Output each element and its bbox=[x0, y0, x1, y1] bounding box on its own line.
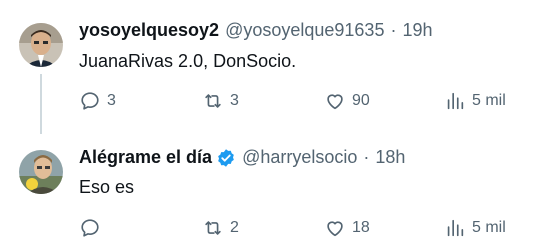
timestamp[interactable]: 19h bbox=[402, 20, 432, 41]
avatar[interactable] bbox=[19, 150, 63, 194]
retweet-count: 2 bbox=[230, 219, 239, 236]
action-bar: 3 3 90 5 mil bbox=[79, 90, 519, 114]
like-count: 90 bbox=[352, 92, 370, 109]
views-button[interactable]: 5 mil bbox=[444, 90, 506, 112]
retweet-button[interactable]: 3 bbox=[202, 90, 239, 112]
user-handle[interactable]: @yosoyelque91635 bbox=[225, 20, 384, 41]
views-icon bbox=[447, 219, 464, 237]
retweet-count: 3 bbox=[230, 92, 239, 109]
retweet-button[interactable]: 2 bbox=[202, 217, 239, 239]
reply-button[interactable] bbox=[79, 217, 107, 239]
tweet-text: Eso es bbox=[79, 177, 135, 197]
reply-icon bbox=[81, 92, 99, 110]
avatar[interactable] bbox=[19, 23, 63, 67]
like-icon bbox=[327, 221, 343, 237]
tweet-text: JuanaRivas 2.0, DonSocio. bbox=[79, 51, 297, 71]
separator-dot: · bbox=[390, 20, 397, 40]
like-count: 18 bbox=[352, 219, 370, 236]
views-icon bbox=[447, 92, 464, 110]
like-button[interactable]: 90 bbox=[324, 90, 370, 112]
user-handle[interactable]: @harryelsocio bbox=[242, 147, 357, 168]
views-count: 5 mil bbox=[472, 219, 506, 236]
reply-icon bbox=[81, 219, 99, 237]
retweet-icon bbox=[205, 94, 221, 108]
views-count: 5 mil bbox=[472, 92, 506, 109]
thread-connector-line bbox=[40, 74, 42, 134]
timestamp[interactable]: 18h bbox=[375, 147, 405, 168]
verified-badge-icon bbox=[216, 148, 236, 168]
separator-dot: · bbox=[363, 147, 370, 167]
retweet-icon bbox=[205, 221, 221, 235]
action-bar: 2 18 5 mil bbox=[79, 217, 519, 241]
display-name[interactable]: yosoyelquesoy2 bbox=[79, 20, 219, 41]
display-name[interactable]: Alégrame el día bbox=[79, 147, 212, 168]
like-icon bbox=[327, 94, 343, 110]
like-button[interactable]: 18 bbox=[324, 217, 370, 239]
reply-count: 3 bbox=[107, 92, 116, 109]
reply-button[interactable]: 3 bbox=[79, 90, 116, 112]
views-button[interactable]: 5 mil bbox=[444, 217, 506, 239]
